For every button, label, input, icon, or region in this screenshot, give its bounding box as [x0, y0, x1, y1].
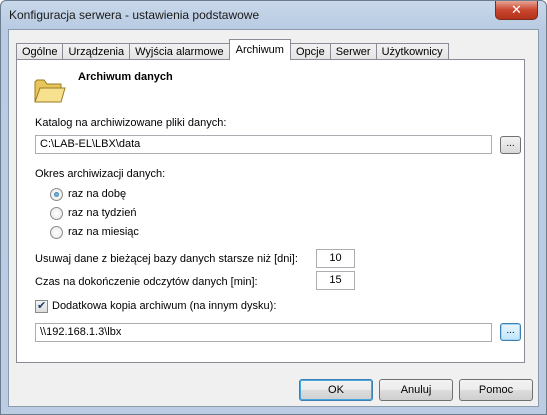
window-title: Konfiguracja serwera - ustawienia podsta…: [9, 8, 260, 22]
radio-monthly-label[interactable]: raz na miesiąc: [68, 226, 139, 238]
section-heading: Archiwum danych: [78, 71, 173, 83]
ok-button[interactable]: OK: [299, 379, 373, 401]
backup-label[interactable]: Dodatkowa kopia archiwum (na innym dysku…: [52, 300, 276, 312]
data-dir-input[interactable]: C:\LAB-EL\LBX\data: [35, 135, 492, 154]
backup-path-input[interactable]: \\192.168.1.3\lbx: [35, 323, 492, 342]
backup-browse-button[interactable]: ...: [500, 323, 521, 341]
timeout-input[interactable]: 15: [316, 271, 355, 290]
folder-icon: [34, 79, 66, 103]
radio-daily-label[interactable]: raz na dobę: [68, 188, 126, 200]
tab-wyjscia-alarmowe[interactable]: Wyjścia alarmowe: [129, 43, 230, 60]
tab-strip: Ogólne Urządzenia Wyjścia alarmowe Archi…: [16, 39, 449, 60]
help-button[interactable]: Pomoc: [459, 379, 533, 401]
archive-panel: Archiwum danych Katalog na archiwizowane…: [16, 59, 525, 363]
dialog-client: Ogólne Urządzenia Wyjścia alarmowe Archi…: [8, 29, 539, 407]
backup-checkbox[interactable]: [35, 299, 48, 313]
radio-daily[interactable]: [50, 188, 63, 201]
cancel-button[interactable]: Anuluj: [379, 379, 453, 401]
data-dir-browse-button[interactable]: ...: [500, 136, 521, 154]
radio-weekly[interactable]: [50, 207, 63, 220]
tab-urzadzenia[interactable]: Urządzenia: [62, 43, 131, 60]
tab-ogolne[interactable]: Ogólne: [16, 43, 64, 60]
tab-opcje[interactable]: Opcje: [289, 43, 331, 60]
tab-archiwum[interactable]: Archiwum: [228, 39, 291, 60]
close-button[interactable]: ✕: [495, 1, 538, 20]
radio-weekly-label[interactable]: raz na tydzień: [68, 207, 136, 219]
data-dir-label: Katalog na archiwizowane pliki danych:: [35, 117, 227, 129]
title-bar[interactable]: Konfiguracja serwera - ustawienia podsta…: [1, 1, 546, 29]
delete-days-label: Usuwaj dane z bieżącej bazy danych stars…: [35, 253, 298, 265]
tab-serwer[interactable]: Serwer: [329, 43, 377, 60]
radio-monthly[interactable]: [50, 226, 63, 239]
delete-days-input[interactable]: 10: [316, 249, 355, 268]
period-label: Okres archiwizacji danych:: [35, 168, 166, 180]
tab-uzytkownicy[interactable]: Użytkownicy: [375, 43, 449, 60]
close-icon: ✕: [511, 2, 522, 18]
dialog-window: Konfiguracja serwera - ustawienia podsta…: [0, 0, 547, 415]
timeout-label: Czas na dokończenie odczytów danych [min…: [35, 276, 258, 288]
